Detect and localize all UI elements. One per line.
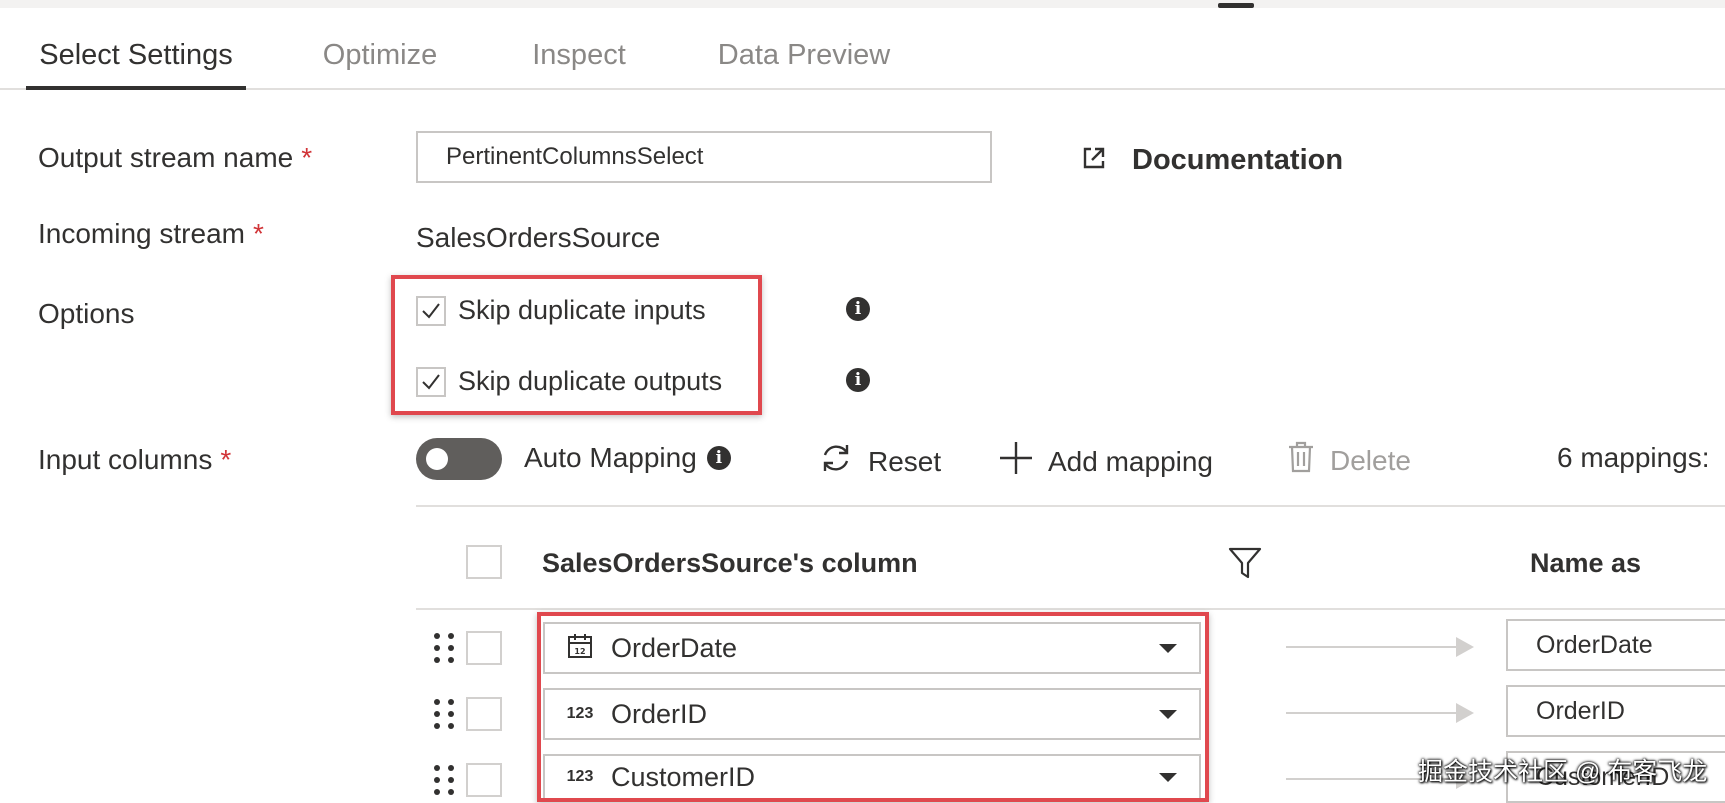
- tab-bar: Select Settings Optimize Inspect Data Pr…: [0, 22, 1725, 90]
- arrow-right-icon: [1456, 703, 1474, 723]
- required-mark: *: [220, 444, 232, 475]
- reset-button[interactable]: Reset: [818, 440, 941, 483]
- info-icon[interactable]: i: [706, 446, 731, 470]
- drag-handle[interactable]: [434, 763, 454, 797]
- source-column-header: SalesOrdersSource's column: [542, 548, 918, 578]
- name-as-input[interactable]: [1506, 685, 1725, 737]
- mapping-arrow: [1286, 646, 1456, 648]
- info-icon[interactable]: i: [846, 368, 870, 392]
- calendar-icon: 12: [563, 632, 597, 665]
- mapping-arrow: [1286, 712, 1456, 714]
- documentation-link[interactable]: Documentation: [1080, 142, 1343, 178]
- name-as-input[interactable]: [1506, 619, 1725, 671]
- trash-icon: [1286, 440, 1316, 481]
- delete-button[interactable]: Delete: [1286, 440, 1411, 481]
- column-name: OrderDate: [611, 632, 738, 663]
- row-checkbox[interactable]: [466, 631, 502, 665]
- date-type-glyph: 12: [574, 647, 585, 656]
- grid-header-line: [416, 608, 1725, 610]
- chevron-down-icon: [1159, 772, 1177, 782]
- resize-grip[interactable]: [1218, 3, 1254, 8]
- chevron-down-icon: [1159, 643, 1177, 653]
- output-stream-input[interactable]: [416, 131, 992, 183]
- filter-icon[interactable]: [1228, 546, 1262, 585]
- documentation-label: Documentation: [1132, 143, 1344, 176]
- plus-icon: [998, 440, 1034, 483]
- row-checkbox[interactable]: [466, 763, 502, 797]
- select-all-checkbox[interactable]: [466, 545, 502, 579]
- required-mark: *: [301, 142, 313, 173]
- mappings-count: 6 mappings:: [1557, 442, 1710, 473]
- row-checkbox[interactable]: [466, 697, 502, 731]
- incoming-stream-label: Incoming stream *: [38, 218, 264, 250]
- info-icon[interactable]: i: [846, 297, 870, 321]
- refresh-icon: [818, 440, 854, 483]
- column-select-dropdown[interactable]: 123 CustomerID: [543, 754, 1201, 800]
- open-external-icon: [1080, 144, 1108, 177]
- auto-mapping: Auto Mapping i: [524, 442, 731, 474]
- delete-label: Delete: [1330, 444, 1411, 476]
- auto-mapping-label: Auto Mapping: [524, 442, 697, 473]
- column-select-dropdown[interactable]: 12 OrderDate: [543, 622, 1201, 674]
- toolbar-divider: [416, 505, 1725, 507]
- auto-mapping-toggle[interactable]: [416, 438, 502, 480]
- top-strip: [0, 0, 1725, 8]
- options-label: Options: [38, 298, 135, 329]
- required-mark: *: [252, 218, 264, 249]
- number-type-icon: 123: [566, 705, 594, 722]
- input-columns-label: Input columns *: [38, 444, 231, 476]
- arrow-right-icon: [1456, 637, 1474, 657]
- tab-optimize[interactable]: Optimize: [312, 22, 448, 88]
- column-name: CustomerID: [611, 761, 756, 792]
- number-type-icon: 123: [566, 768, 594, 785]
- toggle-knob: [426, 448, 448, 470]
- tab-data-preview[interactable]: Data Preview: [712, 22, 896, 88]
- name-as-header: Name as: [1530, 548, 1642, 578]
- drag-handle[interactable]: [434, 697, 454, 731]
- add-mapping-label: Add mapping: [1048, 445, 1214, 477]
- column-name: OrderID: [611, 698, 708, 729]
- add-mapping-button[interactable]: Add mapping: [998, 440, 1213, 483]
- watermark: 掘金技术社区 @ 布客飞龙: [1418, 758, 1708, 786]
- drag-handle[interactable]: [434, 631, 454, 665]
- incoming-stream-value: SalesOrdersSource: [416, 222, 661, 253]
- column-select-dropdown[interactable]: 123 OrderID: [543, 688, 1201, 740]
- output-stream-label-text: Output stream name: [38, 142, 294, 173]
- incoming-stream-label-text: Incoming stream: [38, 218, 245, 249]
- chevron-down-icon: [1159, 709, 1177, 719]
- input-columns-label-text: Input columns: [38, 444, 213, 475]
- tab-select-settings[interactable]: Select Settings: [26, 22, 246, 90]
- tab-inspect[interactable]: Inspect: [522, 22, 636, 88]
- options-highlight-box: [391, 275, 762, 415]
- output-stream-label: Output stream name *: [38, 142, 312, 174]
- reset-label: Reset: [868, 445, 942, 477]
